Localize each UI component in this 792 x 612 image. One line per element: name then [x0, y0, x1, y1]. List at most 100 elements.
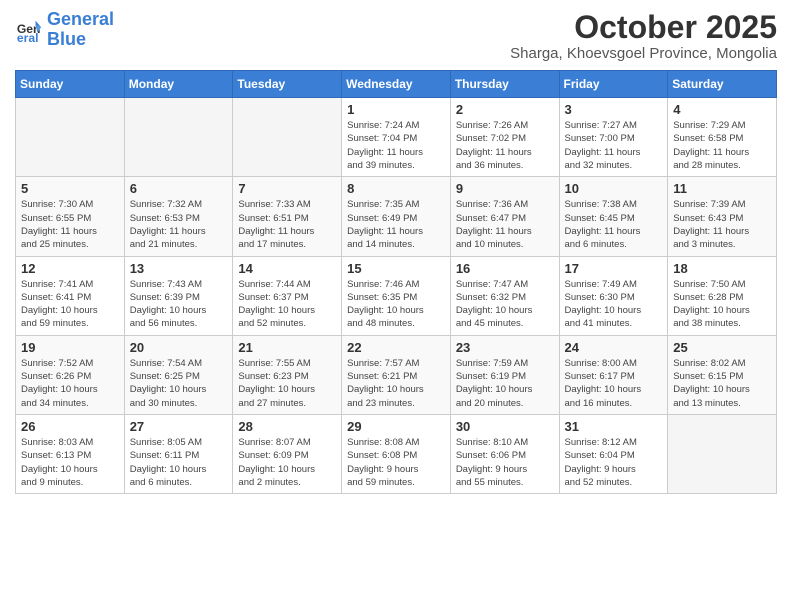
day-number: 20 [130, 340, 228, 355]
day-info: Sunrise: 7:54 AM Sunset: 6:25 PM Dayligh… [130, 357, 228, 410]
calendar-cell: 28 Sunrise: 8:07 AM Sunset: 6:09 PM Dayli… [233, 414, 342, 493]
calendar-cell: 9 Sunrise: 7:36 AM Sunset: 6:47 PM Daylig… [450, 177, 559, 256]
calendar-cell: 16 Sunrise: 7:47 AM Sunset: 6:32 PM Dayli… [450, 256, 559, 335]
weekday-header: Friday [559, 71, 668, 98]
day-info: Sunrise: 8:07 AM Sunset: 6:09 PM Dayligh… [238, 436, 336, 489]
day-info: Sunrise: 7:59 AM Sunset: 6:19 PM Dayligh… [456, 357, 554, 410]
calendar-week-row: 5Sunrise: 7:30 AM Sunset: 6:55 PM Daylig… [16, 177, 777, 256]
day-number: 16 [456, 261, 554, 276]
calendar-cell: 15Sunrise: 7:46 AM Sunset: 6:35 PM Dayli… [342, 256, 451, 335]
calendar-cell: 19 Sunrise: 7:52 AM Sunset: 6:26 PM Dayli… [16, 335, 125, 414]
calendar-cell: 7Sunrise: 7:33 AM Sunset: 6:51 PM Daylig… [233, 177, 342, 256]
day-info: Sunrise: 7:38 AM Sunset: 6:45 PM Dayligh… [565, 198, 663, 251]
calendar-cell [668, 414, 777, 493]
weekday-header: Monday [124, 71, 233, 98]
day-number: 25 [673, 340, 771, 355]
day-number: 30 [456, 419, 554, 434]
day-number: 29 [347, 419, 445, 434]
calendar-cell: 29 Sunrise: 8:08 AM Sunset: 6:08 PM Dayli… [342, 414, 451, 493]
calendar-cell: 5Sunrise: 7:30 AM Sunset: 6:55 PM Daylig… [16, 177, 125, 256]
weekday-header: Wednesday [342, 71, 451, 98]
day-number: 6 [130, 181, 228, 196]
day-number: 12 [21, 261, 119, 276]
day-number: 24 [565, 340, 663, 355]
day-info: Sunrise: 7:49 AM Sunset: 6:30 PM Dayligh… [565, 278, 663, 331]
day-info: Sunrise: 7:55 AM Sunset: 6:23 PM Dayligh… [238, 357, 336, 410]
calendar-cell: 13 Sunrise: 7:43 AM Sunset: 6:39 PM Dayli… [124, 256, 233, 335]
calendar-cell: 26Sunrise: 8:03 AM Sunset: 6:13 PM Dayli… [16, 414, 125, 493]
calendar-week-row: 12Sunrise: 7:41 AM Sunset: 6:41 PM Dayli… [16, 256, 777, 335]
day-number: 17 [565, 261, 663, 276]
calendar-cell: 25 Sunrise: 8:02 AM Sunset: 6:15 PM Dayli… [668, 335, 777, 414]
calendar-cell: 3Sunrise: 7:27 AM Sunset: 7:00 PM Daylig… [559, 98, 668, 177]
day-number: 31 [565, 419, 663, 434]
calendar-cell: 23 Sunrise: 7:59 AM Sunset: 6:19 PM Dayli… [450, 335, 559, 414]
calendar-table: SundayMondayTuesdayWednesdayThursdayFrid… [15, 70, 777, 494]
weekday-header-row: SundayMondayTuesdayWednesdayThursdayFrid… [16, 71, 777, 98]
day-info: Sunrise: 8:02 AM Sunset: 6:15 PM Dayligh… [673, 357, 771, 410]
calendar-cell: 20 Sunrise: 7:54 AM Sunset: 6:25 PM Dayli… [124, 335, 233, 414]
day-number: 27 [130, 419, 228, 434]
day-info: Sunrise: 8:00 AM Sunset: 6:17 PM Dayligh… [565, 357, 663, 410]
day-number: 28 [238, 419, 336, 434]
calendar-title: October 2025 [510, 10, 777, 45]
title-block: October 2025 Sharga, Khoevsgoel Province… [510, 10, 777, 62]
day-info: Sunrise: 7:35 AM Sunset: 6:49 PM Dayligh… [347, 198, 445, 251]
weekday-header: Tuesday [233, 71, 342, 98]
logo: Gen eral GeneralBlue [15, 10, 114, 50]
day-number: 13 [130, 261, 228, 276]
calendar-week-row: 19 Sunrise: 7:52 AM Sunset: 6:26 PM Dayli… [16, 335, 777, 414]
logo-text: GeneralBlue [47, 10, 114, 50]
day-info: Sunrise: 7:24 AM Sunset: 7:04 PM Dayligh… [347, 119, 445, 172]
day-number: 2 [456, 102, 554, 117]
day-info: Sunrise: 7:32 AM Sunset: 6:53 PM Dayligh… [130, 198, 228, 251]
day-info: Sunrise: 8:08 AM Sunset: 6:08 PM Dayligh… [347, 436, 445, 489]
day-number: 18 [673, 261, 771, 276]
calendar-cell: 11Sunrise: 7:39 AM Sunset: 6:43 PM Dayli… [668, 177, 777, 256]
calendar-cell: 31 Sunrise: 8:12 AM Sunset: 6:04 PM Dayli… [559, 414, 668, 493]
day-info: Sunrise: 7:39 AM Sunset: 6:43 PM Dayligh… [673, 198, 771, 251]
day-info: Sunrise: 7:50 AM Sunset: 6:28 PM Dayligh… [673, 278, 771, 331]
day-number: 3 [565, 102, 663, 117]
day-number: 23 [456, 340, 554, 355]
calendar-subtitle: Sharga, Khoevsgoel Province, Mongolia [510, 45, 777, 62]
calendar-cell: 22 Sunrise: 7:57 AM Sunset: 6:21 PM Dayli… [342, 335, 451, 414]
day-number: 5 [21, 181, 119, 196]
day-number: 4 [673, 102, 771, 117]
day-info: Sunrise: 7:47 AM Sunset: 6:32 PM Dayligh… [456, 278, 554, 331]
day-number: 9 [456, 181, 554, 196]
calendar-cell: 17 Sunrise: 7:49 AM Sunset: 6:30 PM Dayli… [559, 256, 668, 335]
day-info: Sunrise: 7:26 AM Sunset: 7:02 PM Dayligh… [456, 119, 554, 172]
svg-text:eral: eral [17, 31, 39, 44]
calendar-week-row: 26Sunrise: 8:03 AM Sunset: 6:13 PM Dayli… [16, 414, 777, 493]
day-number: 15 [347, 261, 445, 276]
day-info: Sunrise: 8:12 AM Sunset: 6:04 PM Dayligh… [565, 436, 663, 489]
day-info: Sunrise: 7:57 AM Sunset: 6:21 PM Dayligh… [347, 357, 445, 410]
calendar-cell: 30 Sunrise: 8:10 AM Sunset: 6:06 PM Dayli… [450, 414, 559, 493]
day-number: 19 [21, 340, 119, 355]
page-header: Gen eral GeneralBlue October 2025 Sharga… [15, 10, 777, 62]
day-number: 21 [238, 340, 336, 355]
day-info: Sunrise: 7:44 AM Sunset: 6:37 PM Dayligh… [238, 278, 336, 331]
calendar-cell: 2 Sunrise: 7:26 AM Sunset: 7:02 PM Daylig… [450, 98, 559, 177]
calendar-cell: 14 Sunrise: 7:44 AM Sunset: 6:37 PM Dayli… [233, 256, 342, 335]
day-number: 22 [347, 340, 445, 355]
calendar-cell: 4Sunrise: 7:29 AM Sunset: 6:58 PM Daylig… [668, 98, 777, 177]
calendar-cell: 10 Sunrise: 7:38 AM Sunset: 6:45 PM Dayli… [559, 177, 668, 256]
day-number: 14 [238, 261, 336, 276]
weekday-header: Saturday [668, 71, 777, 98]
calendar-cell: 12Sunrise: 7:41 AM Sunset: 6:41 PM Dayli… [16, 256, 125, 335]
calendar-cell: 8Sunrise: 7:35 AM Sunset: 6:49 PM Daylig… [342, 177, 451, 256]
calendar-cell: 1 Sunrise: 7:24 AM Sunset: 7:04 PM Daylig… [342, 98, 451, 177]
day-info: Sunrise: 7:52 AM Sunset: 6:26 PM Dayligh… [21, 357, 119, 410]
day-info: Sunrise: 7:43 AM Sunset: 6:39 PM Dayligh… [130, 278, 228, 331]
day-info: Sunrise: 8:05 AM Sunset: 6:11 PM Dayligh… [130, 436, 228, 489]
calendar-week-row: 1 Sunrise: 7:24 AM Sunset: 7:04 PM Daylig… [16, 98, 777, 177]
calendar-cell [16, 98, 125, 177]
day-number: 10 [565, 181, 663, 196]
calendar-cell: 24 Sunrise: 8:00 AM Sunset: 6:17 PM Dayli… [559, 335, 668, 414]
day-info: Sunrise: 7:36 AM Sunset: 6:47 PM Dayligh… [456, 198, 554, 251]
day-number: 1 [347, 102, 445, 117]
calendar-cell: 6 Sunrise: 7:32 AM Sunset: 6:53 PM Daylig… [124, 177, 233, 256]
day-info: Sunrise: 8:10 AM Sunset: 6:06 PM Dayligh… [456, 436, 554, 489]
